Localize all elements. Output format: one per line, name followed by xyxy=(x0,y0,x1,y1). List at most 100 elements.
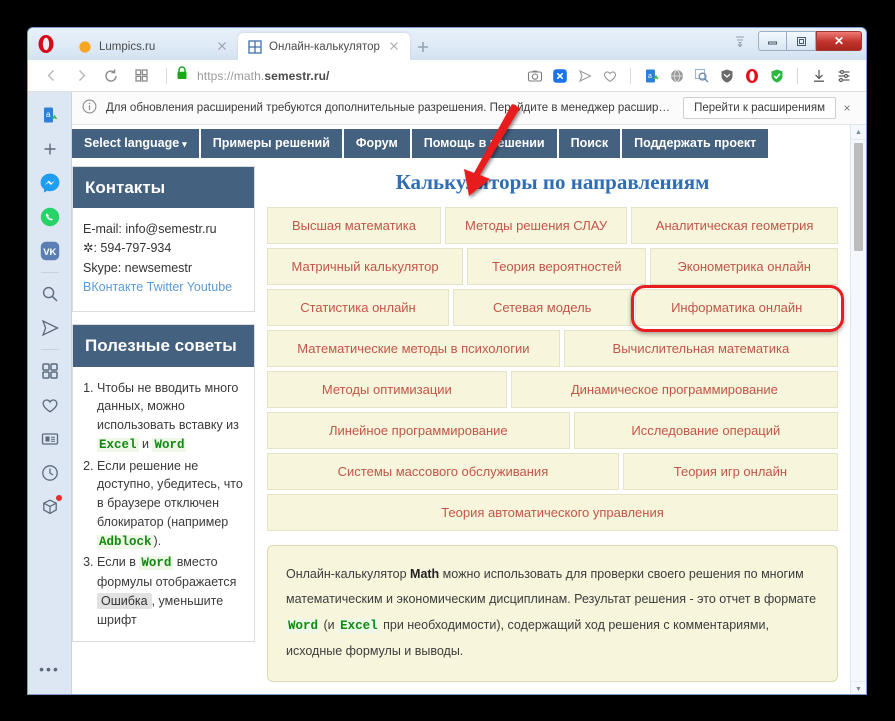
go-to-extensions-button[interactable]: Перейти к расширениям xyxy=(683,97,836,119)
sidebar-item-messenger[interactable] xyxy=(35,166,65,200)
back-arrow-icon[interactable] xyxy=(38,63,64,89)
text-run: (и xyxy=(320,617,339,632)
sidebar-add-button[interactable] xyxy=(35,132,65,166)
sidebar-item-whatsapp[interactable] xyxy=(35,200,65,234)
site-nav-item[interactable]: Поддержать проект xyxy=(622,129,769,158)
calculator-category-button[interactable]: Матричный калькулятор xyxy=(267,247,464,285)
search-in-page-icon[interactable] xyxy=(547,63,572,88)
close-window-button[interactable]: ✕ xyxy=(816,31,862,51)
close-icon[interactable] xyxy=(388,40,402,54)
sidebar-item-history[interactable] xyxy=(35,456,65,490)
calculator-category-button[interactable]: Теория автоматического управления xyxy=(267,493,838,531)
close-icon[interactable] xyxy=(216,40,230,54)
padlock-icon[interactable] xyxy=(175,65,189,86)
site-nav-item[interactable]: Помощь в решении xyxy=(411,129,557,158)
calculator-category-button[interactable]: Линейное программирование xyxy=(267,411,570,449)
page-title: Калькуляторы по направлениям xyxy=(395,169,710,194)
scroll-up-arrow-icon[interactable]: ▲ xyxy=(851,125,866,140)
scroll-down-arrow-icon[interactable]: ▼ xyxy=(851,681,866,694)
sidebar-item-bookmarks[interactable] xyxy=(35,388,65,422)
snapshot-icon[interactable] xyxy=(522,63,547,88)
calculator-category-button[interactable]: Сетевая модель xyxy=(452,288,632,326)
calculator-category-label: Динамическое программирование xyxy=(570,381,778,397)
calculator-category-button[interactable]: Вычислительная математика xyxy=(563,329,838,367)
speed-dial-icon[interactable] xyxy=(128,63,154,89)
calculator-category-button[interactable]: Информатика онлайн xyxy=(635,288,838,326)
tab-title: Онлайн-калькулятор xyxy=(269,40,380,53)
link-youtube[interactable]: Youtube xyxy=(187,280,232,294)
site-nav-label: Помощь в решении xyxy=(423,136,545,150)
scrollbar-thumb[interactable] xyxy=(854,143,863,251)
easy-setup-icon[interactable] xyxy=(831,63,856,88)
site-nav-item[interactable]: Поиск xyxy=(558,129,621,158)
magnifier-extension-icon[interactable] xyxy=(689,63,714,88)
link-twitter[interactable]: Twitter xyxy=(147,280,184,294)
heart-icon[interactable] xyxy=(597,63,622,88)
calculator-category-button[interactable]: Методы решения СЛАУ xyxy=(445,206,628,244)
calculator-row: Теория автоматического управления xyxy=(267,493,838,531)
url-input[interactable]: https://math.semestr.ru/ xyxy=(175,63,522,89)
shield-extension-icon[interactable] xyxy=(714,63,739,88)
tips-list: Чтобы не вводить много данных, можно исп… xyxy=(75,379,246,630)
sidebar-item-vk[interactable]: VK xyxy=(35,234,65,268)
calculator-category-label: Линейное программирование xyxy=(328,422,508,438)
calculator-category-button[interactable]: Теория игр онлайн xyxy=(622,452,838,490)
calculator-category-label: Методы решения СЛАУ xyxy=(465,217,608,233)
sidebar-item-send[interactable] xyxy=(35,311,65,345)
browser-tab-calculator[interactable]: Онлайн-калькулятор xyxy=(238,33,410,60)
contacts-body: E-mail: info@semestr.ru ✲: 594-797-934 S… xyxy=(73,208,254,312)
window-controls: ✕ xyxy=(728,31,862,51)
calculator-category-button[interactable]: Методы оптимизации xyxy=(267,370,507,408)
tips-widget: Полезные советы Чтобы не вводить много д… xyxy=(72,324,255,643)
tab-menu-icon[interactable] xyxy=(728,31,752,51)
reload-icon[interactable] xyxy=(98,63,124,89)
globe-extension-icon[interactable] xyxy=(664,63,689,88)
calculator-category-button[interactable]: Системы массового обслуживания xyxy=(267,452,619,490)
translate-extension-icon[interactable]: a xyxy=(639,63,664,88)
vertical-scrollbar[interactable]: ▲ ▼ xyxy=(850,125,866,694)
sidebar-item-extension[interactable]: a xyxy=(35,98,65,132)
calculator-row: Системы массового обслуживания Теория игр… xyxy=(267,452,838,490)
sidebar-item-speed-dial[interactable] xyxy=(35,354,65,388)
site-nav-item[interactable]: Форум xyxy=(343,129,410,158)
contact-skype: Skype: newsemestr xyxy=(83,260,193,275)
new-tab-button[interactable] xyxy=(410,34,436,60)
site-navigation: Select language ▾ Примеры решений Форум Помо… xyxy=(72,125,850,158)
tab-strip: Lumpics.ru Онлайн-калькулятор xyxy=(68,32,436,60)
sidebar-item-news[interactable] xyxy=(35,422,65,456)
ad-blocker-icon[interactable] xyxy=(764,63,789,88)
calculator-category-button[interactable]: Математические методы в психологии xyxy=(267,329,560,367)
link-vk[interactable]: ВКонтакте xyxy=(83,280,143,294)
site-nav-item[interactable]: Примеры решений xyxy=(200,129,342,158)
calculator-category-button[interactable]: Динамическое программирование xyxy=(510,370,838,408)
browser-tab-lumpics[interactable]: Lumpics.ru xyxy=(68,33,238,60)
site-nav-item[interactable]: Select language ▾ xyxy=(72,129,199,158)
sidebar-item-search[interactable] xyxy=(35,277,65,311)
tip-item: Если решение не доступно, убедитесь, что… xyxy=(97,457,246,552)
send-to-device-icon[interactable] xyxy=(572,63,597,88)
calculator-category-button[interactable]: Исследование операций xyxy=(573,411,838,449)
bold-text: Math xyxy=(410,566,440,581)
calculator-category-button[interactable]: Теория вероятностей xyxy=(467,247,647,285)
divider xyxy=(166,67,167,84)
sidebar-more-button[interactable]: ••• xyxy=(35,652,65,686)
calculator-category-button[interactable]: Статистика онлайн xyxy=(267,288,449,326)
maximize-button[interactable] xyxy=(787,31,816,51)
downloads-icon[interactable] xyxy=(806,63,831,88)
divider xyxy=(797,67,798,84)
calculator-category-button[interactable]: Эконометрика онлайн xyxy=(650,247,838,285)
text-run: Если в xyxy=(97,555,140,570)
description-box: Онлайн-калькулятор Math можно использова… xyxy=(267,544,838,682)
orange-circle-icon xyxy=(78,40,92,54)
sidebar-item-extensions[interactable] xyxy=(35,490,65,524)
close-icon[interactable]: × xyxy=(836,101,858,115)
calculator-category-button[interactable]: Высшая математика xyxy=(267,206,441,244)
forward-arrow-icon[interactable] xyxy=(68,63,94,89)
text-run: Чтобы не вводить много данных, можно исп… xyxy=(97,380,239,433)
opera-vpn-icon[interactable] xyxy=(739,63,764,88)
minimize-button[interactable] xyxy=(758,31,787,51)
opera-logo-icon xyxy=(36,34,56,54)
calculator-category-button[interactable]: Аналитическая геометрия xyxy=(631,206,838,244)
contact-social-links: ВКонтакте Twitter Youtube xyxy=(83,278,244,297)
contacts-title: Контакты xyxy=(73,166,254,208)
